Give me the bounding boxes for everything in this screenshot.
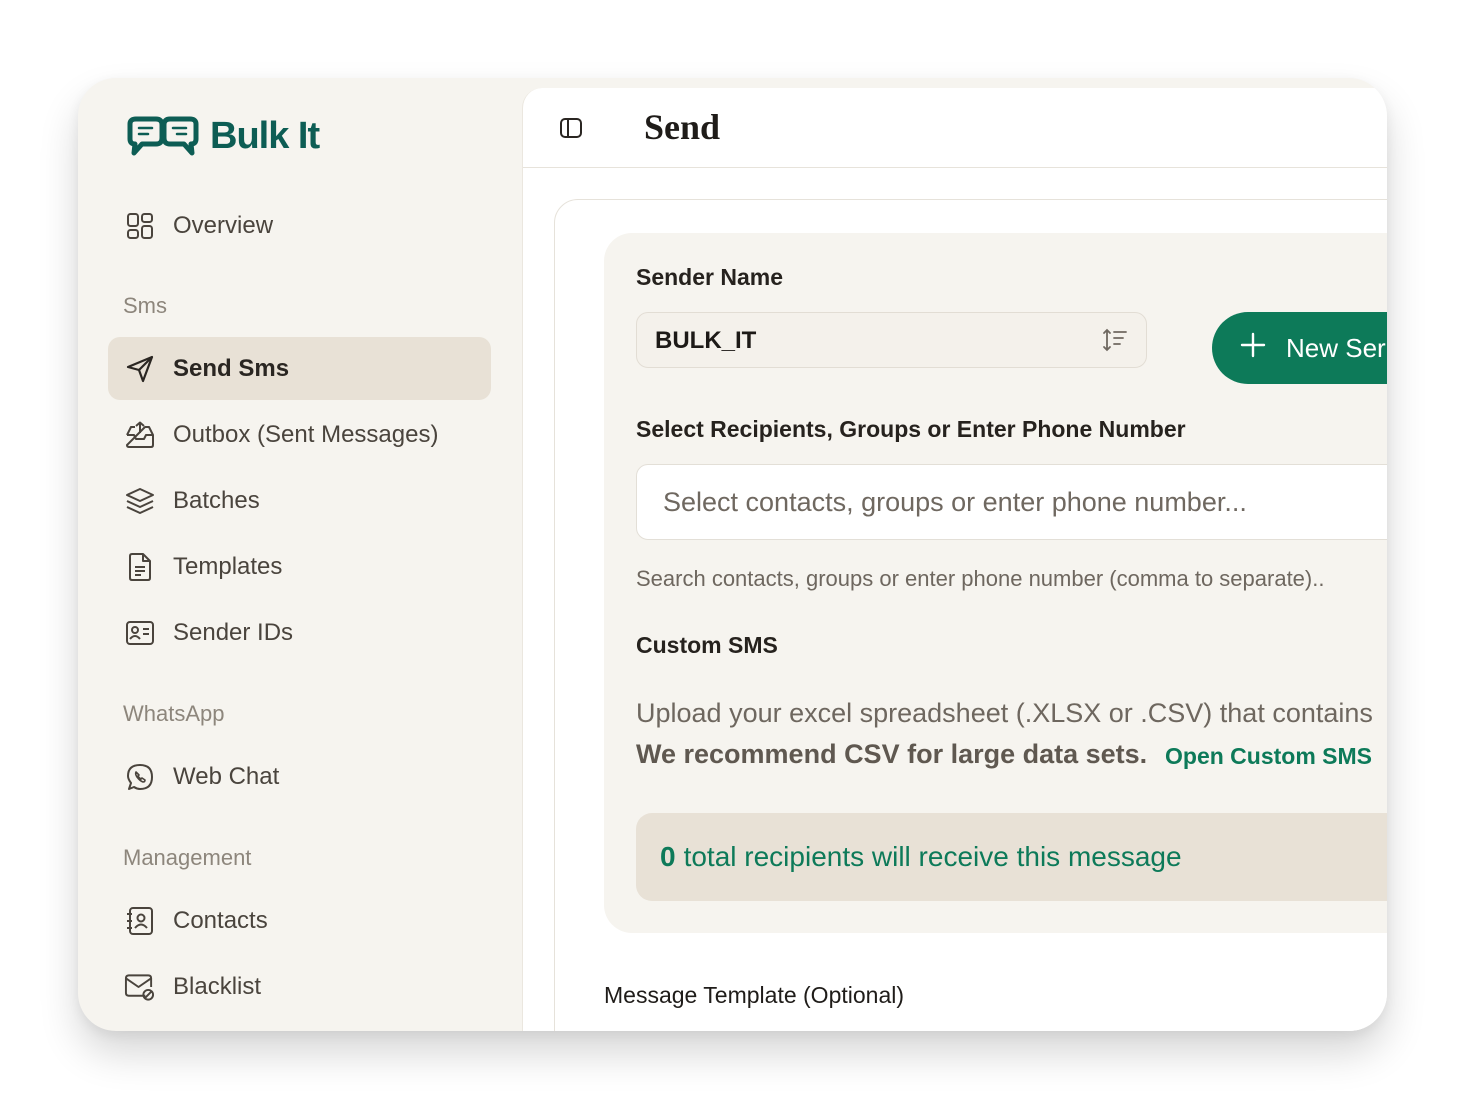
sidebar-item-label: Web Chat (173, 762, 280, 790)
sort-icon (1102, 327, 1128, 358)
sidebar-item-label: Outbox (Sent Messages) (173, 420, 439, 448)
top-bar: Send (523, 88, 1387, 168)
id-card-icon (124, 617, 155, 648)
sidebar-item-label: Templates (173, 552, 283, 580)
sidebar-item-label: Blacklist (173, 972, 262, 1000)
recipients-placeholder: Select contacts, groups or enter phone n… (663, 486, 1247, 517)
section-label-management: Management (123, 845, 252, 870)
layers-icon (124, 485, 155, 516)
sidebar-item-blacklist[interactable]: Blacklist (108, 955, 491, 1018)
app-window: Bulk It Overview Sms Send Sms Outbox (Se… (78, 78, 1387, 1031)
new-sender-button[interactable]: New Ser (1212, 312, 1387, 384)
section-label-sms: Sms (123, 293, 167, 318)
sidebar-item-send-sms[interactable]: Send Sms (108, 337, 491, 400)
upload-description: Upload your excel spreadsheet (.XLSX or … (636, 698, 1373, 728)
sidebar-item-contacts[interactable]: Contacts (108, 889, 491, 952)
sender-name-select[interactable]: BULK_IT (636, 312, 1147, 368)
sidebar-item-batches[interactable]: Batches (108, 469, 491, 532)
contacts-icon (124, 905, 155, 936)
document-icon (124, 551, 155, 582)
sidebar-item-label: Batches (173, 486, 260, 514)
recipients-helper-text: Search contacts, groups or enter phone n… (636, 566, 1325, 591)
custom-sms-label: Custom SMS (636, 632, 778, 658)
app-logo[interactable]: Bulk It (126, 115, 320, 158)
new-sender-label: New Ser (1286, 332, 1386, 363)
sidebar-item-label: Overview (173, 211, 274, 239)
grid-icon (124, 210, 155, 241)
sidebar-item-sender-ids[interactable]: Sender IDs (108, 601, 491, 664)
sender-name-value: BULK_IT (655, 327, 757, 354)
send-form-panel: Sender Name BULK_IT New Ser Select Recip… (604, 233, 1387, 933)
sidebar-item-outbox[interactable]: Outbox (Sent Messages) (108, 403, 491, 466)
recipients-input[interactable]: Select contacts, groups or enter phone n… (636, 464, 1387, 540)
sidebar-item-overview[interactable]: Overview (108, 194, 491, 257)
send-icon (124, 353, 155, 384)
plus-icon (1240, 332, 1266, 365)
sidebar-item-web-chat[interactable]: Web Chat (108, 745, 491, 808)
recommendation-text: We recommend CSV for large data sets. (636, 739, 1148, 769)
sidebar-toggle-icon[interactable] (559, 117, 583, 139)
recipients-count: 0 (660, 841, 676, 872)
sender-name-label: Sender Name (636, 264, 784, 290)
section-label-whatsapp: WhatsApp (123, 701, 225, 726)
sidebar-item-label: Contacts (173, 906, 268, 934)
whatsapp-icon (124, 761, 155, 792)
send-form-card: Sender Name BULK_IT New Ser Select Recip… (554, 199, 1387, 1031)
open-custom-sms-link[interactable]: Open Custom SMS (1165, 743, 1372, 770)
message-template-label: Message Template (Optional) (604, 982, 904, 1008)
logo-text: Bulk It (210, 115, 320, 157)
sidebar: Bulk It Overview Sms Send Sms Outbox (Se… (78, 78, 522, 1031)
sidebar-item-label: Send Sms (173, 354, 290, 382)
logo-icon (127, 116, 199, 155)
sidebar-item-templates[interactable]: Templates (108, 535, 491, 598)
blacklist-icon (124, 971, 155, 1002)
page-title: Send (644, 107, 721, 147)
recipients-summary-text: total recipients will receive this messa… (683, 841, 1182, 872)
main-content: Send Sender Name BULK_IT New Ser Select … (522, 88, 1387, 1031)
recipients-label: Select Recipients, Groups or Enter Phone… (636, 416, 1186, 442)
sidebar-item-label: Sender IDs (173, 618, 294, 646)
outbox-icon (124, 419, 155, 450)
recipients-summary: 0 total recipients will receive this mes… (636, 813, 1387, 901)
